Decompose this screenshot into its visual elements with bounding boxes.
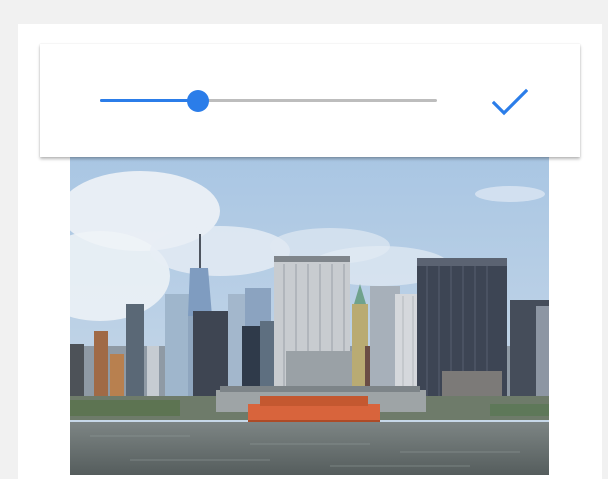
slider-thumb[interactable]	[186, 90, 209, 112]
city-skyline-photo	[70, 156, 549, 475]
slider-fill	[100, 99, 198, 102]
confirm-button[interactable]	[488, 82, 532, 122]
editor-toolbar	[40, 44, 580, 157]
adjustment-slider[interactable]	[100, 90, 437, 112]
checkmark-icon	[492, 88, 528, 116]
